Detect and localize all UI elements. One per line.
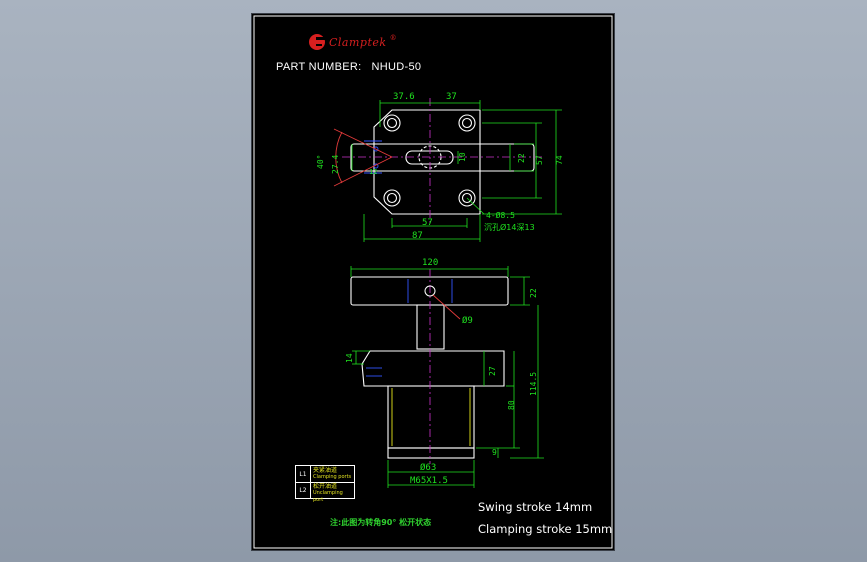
drawing-sheet: 37.6 37 40° 27.4 10 22 57 74 12 57 87 4-…	[252, 14, 614, 550]
pin-leader	[432, 294, 461, 320]
arm-plate	[350, 143, 535, 172]
dim-hole-spacing: 57	[422, 218, 433, 228]
cylinder-base	[387, 447, 475, 459]
legend-cn: 夹紧油道	[313, 467, 338, 474]
dim-body-dia: Ø63	[420, 462, 436, 473]
hole-top-left	[383, 114, 401, 132]
top-center-lines	[342, 98, 542, 226]
dim-total-height: 114.5	[529, 372, 538, 396]
hole-bottom-left	[383, 189, 401, 207]
dim-holes: 4-Ø8.5	[486, 210, 515, 220]
clamp-arm	[350, 276, 509, 306]
piston-slot	[405, 150, 454, 165]
legend-tag: L2	[296, 482, 311, 498]
drawing-note: 注:此图为转角90° 松开状态	[330, 518, 432, 527]
brand-logo: Clamptek ®	[308, 32, 397, 52]
part-number: PART NUMBER: NHUD-50	[276, 61, 421, 73]
dim-flange-thickness: 14	[345, 353, 354, 363]
swing-stroke: Swing stroke 14mm	[478, 500, 593, 514]
hole-top-right	[458, 114, 476, 132]
thread-lines	[391, 388, 471, 446]
dim-height-inner: 22	[517, 153, 526, 163]
dim-arm-length: 120	[422, 258, 438, 268]
legend-en: Unclamping port	[313, 490, 343, 503]
dim-angle: 40°	[316, 155, 325, 169]
flange-body	[361, 350, 505, 387]
dim-counterbore: 沉孔Ø14深13	[484, 222, 535, 232]
side-view	[350, 276, 509, 459]
dim-body-height: 80	[507, 400, 516, 410]
part-number-value: NHUD-50	[371, 61, 422, 73]
dim-flange-to-body: 27	[488, 366, 497, 376]
dim-height-mid: 57	[535, 155, 544, 165]
brand-mark: ®	[389, 34, 398, 42]
legend-cn: 松开油道	[313, 483, 338, 490]
side-dim-lines	[350, 266, 544, 488]
part-number-label: PART NUMBER:	[276, 61, 362, 73]
dim-top-right: 37	[446, 92, 457, 102]
angle-indicator	[333, 128, 393, 187]
side-hidden-lines	[366, 279, 453, 377]
dim-bore: 10	[458, 152, 467, 162]
cylinder-body	[387, 385, 475, 449]
legend-en: Clamping ports	[313, 474, 352, 480]
dim-top-left: 37.6	[393, 92, 415, 102]
dim-left-offset: 27.4	[331, 155, 340, 174]
legend-row: L2 松开油道 Unclamping port	[296, 482, 354, 503]
clamping-stroke: Clamping stroke 15mm	[478, 522, 613, 536]
dim-overall-width: 87	[412, 231, 423, 241]
dim-pin: Ø9	[462, 315, 473, 326]
legend-tag: L1	[296, 466, 311, 482]
dim-slot-label: 12	[369, 168, 377, 176]
port-legend: L1 夹紧油道 Clamping ports L2 松开油道 Unclamping …	[295, 465, 355, 503]
dim-base-step: 9	[492, 448, 497, 457]
clamptek-logo-icon	[309, 34, 325, 50]
dim-arm-height: 22	[529, 288, 538, 298]
piston-rod	[416, 304, 445, 350]
brand-name: Clamptek	[329, 35, 387, 49]
dim-height-total: 74	[555, 155, 564, 165]
dim-thread: M65X1.5	[410, 476, 448, 486]
legend-row: L1 夹紧油道 Clamping ports	[296, 466, 354, 483]
